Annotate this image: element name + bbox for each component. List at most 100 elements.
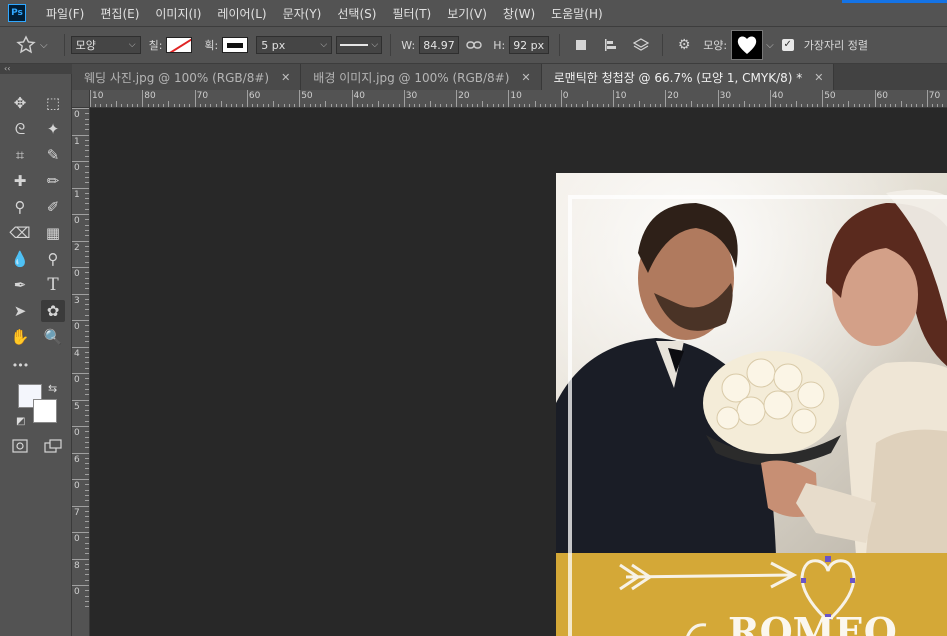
height-input[interactable]: 92 px — [509, 36, 550, 54]
ruler-tick — [85, 129, 89, 131]
path-arrangement-icon[interactable] — [630, 34, 652, 56]
zoom-tool-icon[interactable]: 🔍 — [41, 326, 65, 348]
gear-icon[interactable]: ⚙ — [673, 34, 695, 56]
ruler-tick — [85, 547, 89, 549]
align-edges-checkbox[interactable]: ✓ — [781, 39, 794, 51]
ruler-tick-label: 1 — [74, 189, 80, 200]
stroke-type-dropdown[interactable]: ⌵ — [336, 36, 383, 54]
swap-colors-icon[interactable]: ⇆ — [48, 382, 57, 395]
menu-view[interactable]: 보기(V) — [439, 5, 495, 22]
chevron-down-icon[interactable]: ⌵ — [766, 40, 774, 51]
fill-label: 칠: — [148, 39, 163, 52]
stroke-width-field[interactable]: 5 px ⌵ — [256, 36, 333, 54]
history-brush-tool-icon[interactable]: ✐ — [41, 196, 65, 218]
close-icon[interactable]: ✕ — [521, 71, 530, 84]
ruler-tick — [482, 101, 484, 107]
custom-shape-tool-icon[interactable] — [12, 31, 40, 59]
clone-stamp-tool-icon[interactable]: ⚲ — [8, 196, 32, 218]
ruler-tick — [325, 101, 327, 107]
move-tool-icon[interactable]: ✥ — [8, 92, 32, 114]
hand-tool-icon[interactable]: ✋ — [8, 326, 32, 348]
ruler-tick — [85, 494, 89, 496]
ruler-tick — [85, 436, 89, 438]
menu-image[interactable]: 이미지(I) — [147, 5, 209, 22]
menu-window[interactable]: 창(W) — [495, 5, 543, 22]
tab-label: 로맨틱한 청첩장 @ 66.7% (모양 1, CMYK/8) * — [553, 70, 803, 85]
tool-preset-chevron-icon[interactable]: ⌵ — [40, 40, 48, 51]
type-tool-icon[interactable]: T — [41, 274, 65, 296]
ruler-tick — [670, 104, 672, 107]
document-tab[interactable]: 웨딩 사진.jpg @ 100% (RGB/8#) ✕ — [72, 64, 302, 90]
lasso-tool-icon[interactable]: ᘓ — [8, 118, 32, 140]
document-tab-active[interactable]: 로맨틱한 청첩장 @ 66.7% (모양 1, CMYK/8) * ✕ — [541, 64, 835, 90]
fill-color-swatch[interactable] — [166, 37, 193, 53]
background-color-swatch[interactable] — [33, 399, 57, 423]
ruler-tick — [796, 101, 798, 107]
ruler-tick-label: 30 — [405, 91, 418, 101]
ruler-tick — [518, 104, 520, 107]
ruler-tick — [85, 362, 89, 364]
ruler-tick — [72, 505, 89, 507]
ruler-tick — [85, 113, 89, 115]
pen-tool-icon[interactable]: ✒ — [8, 274, 32, 296]
width-input[interactable]: 84.97 p — [419, 36, 460, 54]
more-tools-icon[interactable]: ••• — [8, 354, 32, 376]
close-icon[interactable]: ✕ — [281, 71, 290, 84]
horizontal-ruler[interactable]: 10807060504030201001020304050607080 — [90, 90, 947, 108]
menu-select[interactable]: 선택(S) — [329, 5, 384, 22]
ruler-tick — [110, 104, 112, 107]
dodge-tool-icon[interactable]: ⚲ — [41, 248, 65, 270]
ruler-tick-label: 0 — [74, 216, 80, 226]
eyedropper-tool-icon[interactable]: ✎ — [41, 144, 65, 166]
path-operations-icon[interactable] — [570, 34, 592, 56]
ruler-tick — [147, 104, 149, 107]
ruler-tick — [85, 357, 89, 359]
link-icon[interactable] — [463, 34, 485, 56]
ruler-tick — [769, 90, 771, 107]
path-alignment-icon[interactable] — [600, 34, 622, 56]
menu-file[interactable]: 파일(F) — [38, 5, 92, 22]
menu-type[interactable]: 문자(Y) — [275, 5, 330, 22]
document-tab[interactable]: 배경 이미지.jpg @ 100% (RGB/8#) ✕ — [301, 64, 542, 90]
mode-dropdown[interactable]: 모양 ⌵ — [70, 36, 141, 54]
ruler-tick — [309, 104, 311, 107]
magic-wand-tool-icon[interactable]: ✦ — [41, 118, 65, 140]
healing-brush-tool-icon[interactable]: ✚ — [8, 170, 32, 192]
canvas-area[interactable]: ROMEO — [90, 108, 947, 636]
ruler-tick — [85, 574, 89, 576]
custom-shape-tool-icon[interactable]: ✿ — [41, 300, 65, 322]
menu-edit[interactable]: 편집(E) — [92, 5, 147, 22]
crop-tool-icon[interactable]: ⌗ — [8, 144, 32, 166]
document-canvas[interactable]: ROMEO — [556, 173, 947, 636]
stroke-color-swatch[interactable] — [222, 37, 249, 53]
ruler-tick-label: 40 — [771, 91, 784, 101]
ruler-tick-label: 40 — [353, 91, 365, 101]
ruler-tick — [822, 90, 824, 107]
ruler-tick — [85, 595, 89, 597]
close-icon[interactable]: ✕ — [814, 71, 823, 84]
quick-mask-icon[interactable] — [8, 435, 32, 457]
eraser-tool-icon[interactable]: ⌫ — [8, 222, 32, 244]
ruler-origin[interactable] — [72, 90, 90, 108]
blur-tool-icon[interactable]: 💧 — [8, 248, 32, 270]
ruler-tick — [393, 104, 395, 107]
path-selection-tool-icon[interactable]: ➤ — [8, 300, 32, 322]
ruler-tick — [351, 90, 353, 107]
ruler-tick — [884, 104, 886, 107]
ruler-tick — [262, 104, 264, 107]
gradient-tool-icon[interactable]: ▦ — [41, 222, 65, 244]
toolbox-collapse[interactable]: ‹‹ — [0, 64, 72, 74]
vertical-ruler[interactable]: 0 1 0 1 0 2 0 3 0 4 0 5 0 6 0 7 0 8 0 — [72, 108, 90, 636]
shape-picker[interactable] — [731, 30, 764, 60]
brush-tool-icon[interactable]: ✏ — [41, 170, 65, 192]
ruler-tick — [85, 176, 89, 178]
marquee-tool-icon[interactable]: ⬚ — [41, 92, 65, 114]
ruler-tick — [85, 145, 89, 147]
menu-layer[interactable]: 레이어(L) — [209, 5, 274, 22]
default-colors-icon[interactable]: ◩ — [16, 416, 25, 427]
toolbox: ✥ ⬚ ᘓ ✦ ⌗ ✎ ✚ ✏ ⚲ ✐ ⌫ ▦ 💧 ⚲ ✒ T ➤ ✿ ✋ 🔍 ••• ⇆ ◩ — [0, 74, 72, 636]
menu-filter[interactable]: 필터(T) — [384, 5, 439, 22]
menu-help[interactable]: 도움말(H) — [543, 5, 611, 22]
screen-mode-icon[interactable] — [41, 435, 65, 457]
height-label: H: — [493, 38, 506, 52]
